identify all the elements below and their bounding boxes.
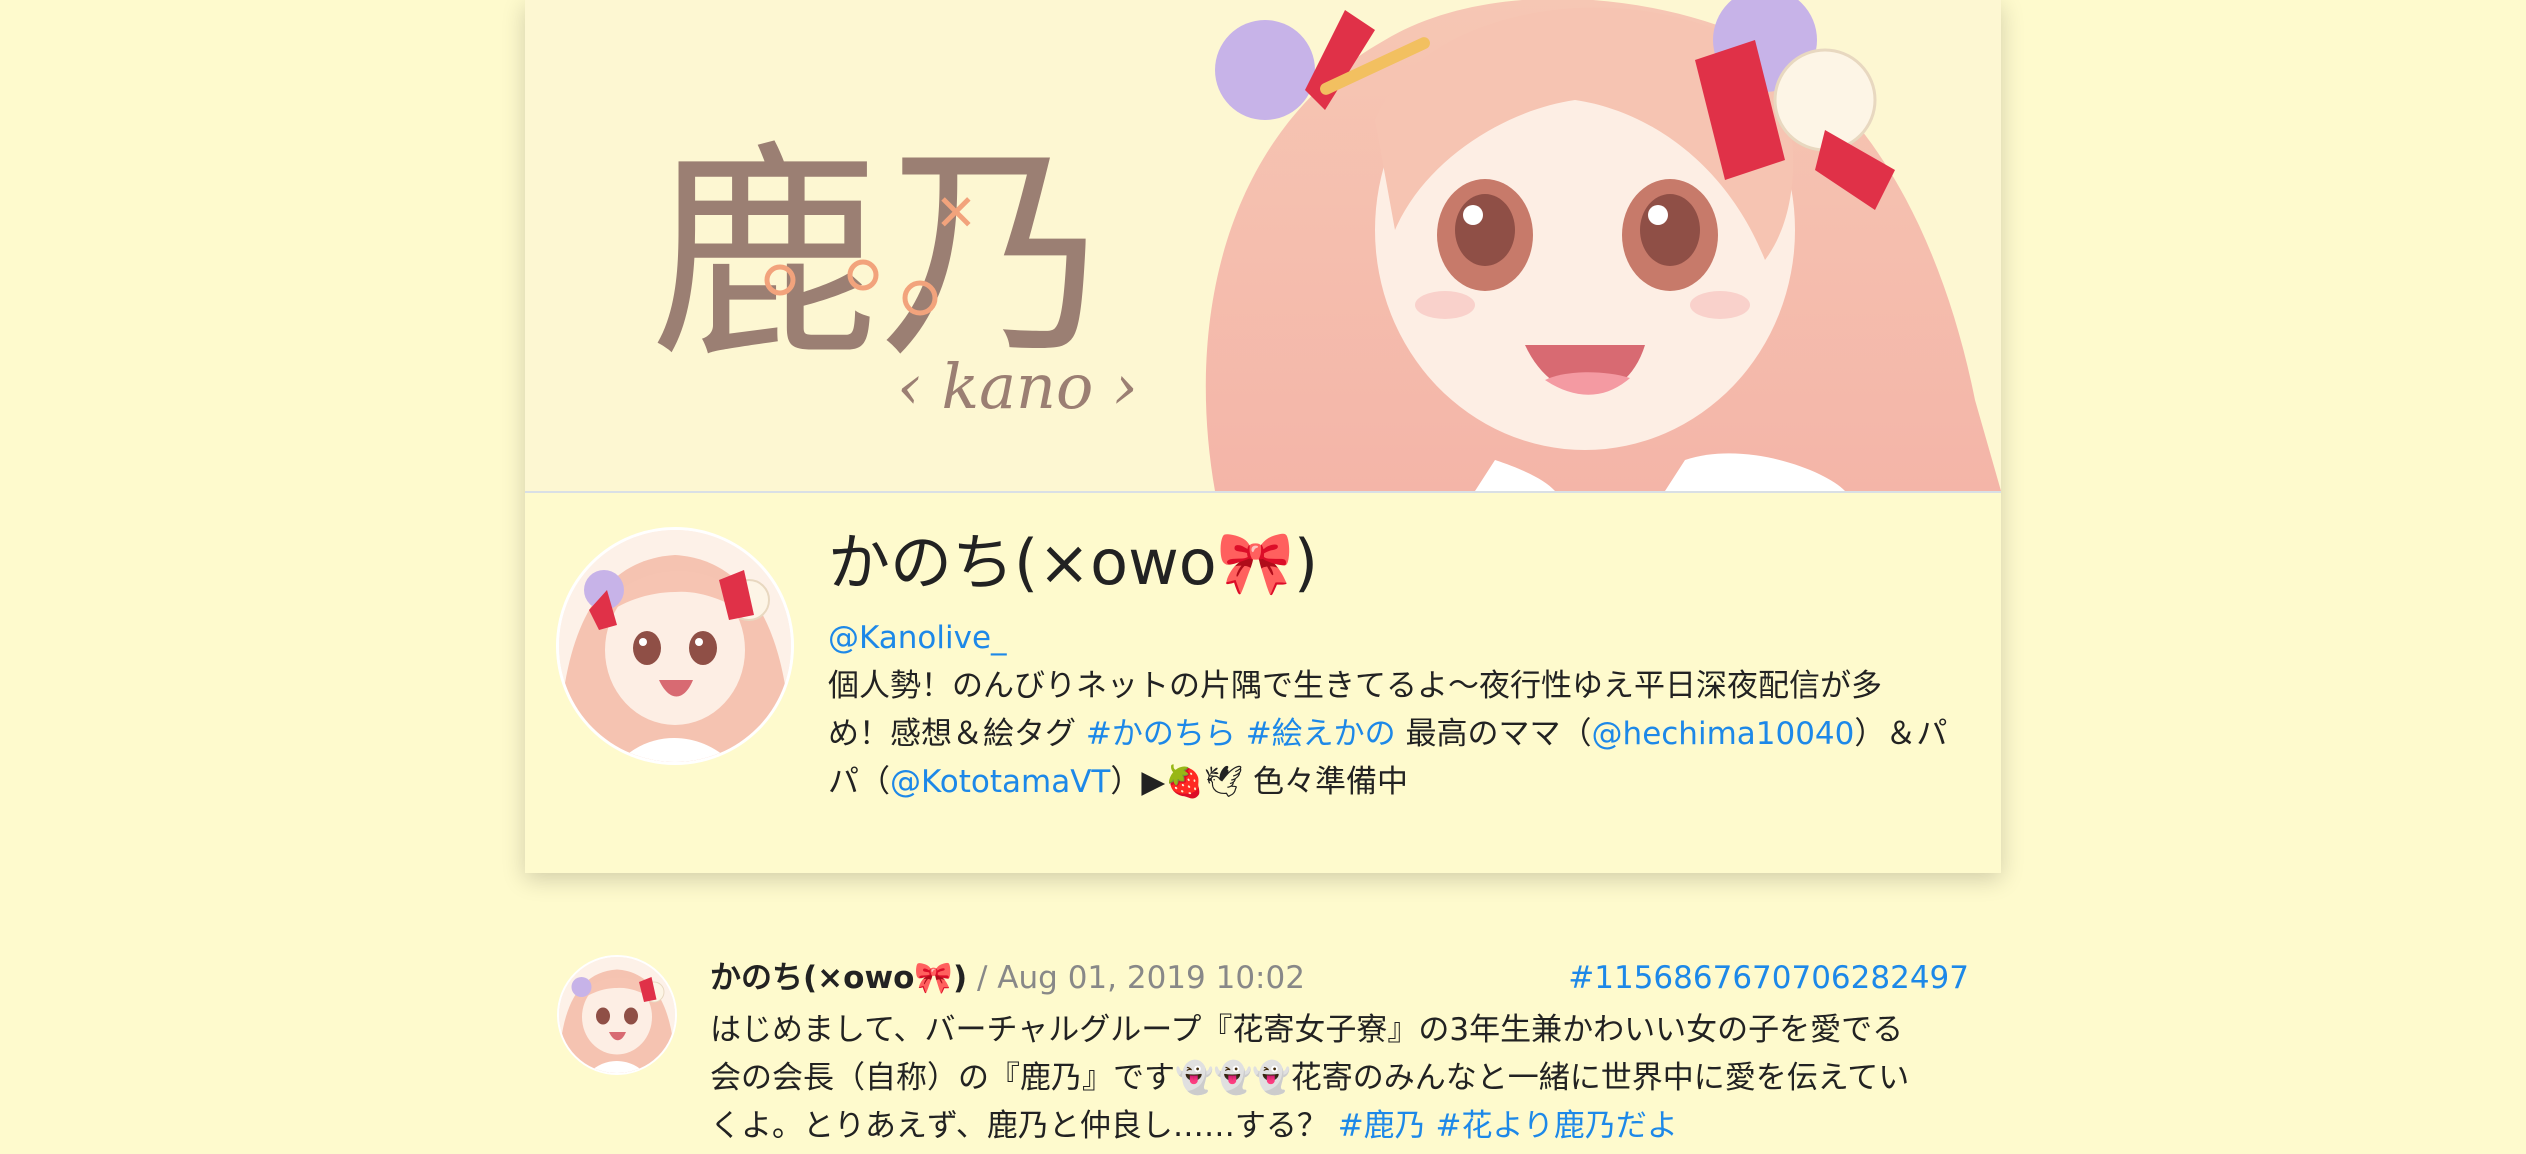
logo-subtext: ‹ kano › — [897, 350, 1138, 423]
profile-info: かのち(×owo🎀) @Kanolive_ 個人勢！のんびりネットの片隅で生きて… — [828, 520, 1978, 806]
profile-bio: 個人勢！のんびりネットの片隅で生きてるよ〜夜行性ゆえ平日深夜配信が多 め！感想＆… — [828, 662, 1978, 806]
bio-text: め！感想＆絵タグ — [828, 716, 1086, 752]
post-timestamp: / Aug 01, 2019 10:02 — [967, 960, 1305, 996]
profile-card: 鹿乃 ✕ ‹ kano › かのち(×owo🎀) @Kanolive_ 個人勢！… — [525, 0, 2001, 873]
profile-handle-link[interactable]: @Kanolive_ — [828, 618, 1007, 658]
post-hashtag-link[interactable]: #花より鹿乃だよ — [1436, 1108, 1678, 1144]
post-text-line: くよ。とりあえず、鹿乃と仲良し……する？ — [710, 1108, 1338, 1144]
profile-display-name: かのち(×owo🎀) — [828, 526, 1319, 599]
post-text-line: 会の会長（自称）の『鹿乃』です👻👻👻花寄のみんなと一緒に世界中に愛を伝えてい — [710, 1060, 1910, 1096]
post-author-name[interactable]: かのち(×owo🎀) — [710, 960, 967, 996]
avatar-image — [559, 957, 675, 1073]
post-text-line: はじめまして、バーチャルグループ『花寄女子寮』の3年生兼かわいい女の子を愛でる — [710, 1012, 1904, 1048]
bio-hashtag-link[interactable]: #絵えかの — [1246, 716, 1396, 752]
post-id-link[interactable]: #1156867670706282497 — [1568, 950, 1969, 1006]
bio-text: パ（ — [828, 764, 890, 800]
avatar-image — [559, 530, 791, 762]
bio-hashtag-link[interactable]: #かのちら — [1086, 716, 1236, 752]
bio-text: ）＆パ — [1854, 716, 1948, 752]
post-hashtag-link[interactable]: #鹿乃 — [1338, 1108, 1426, 1144]
profile-avatar[interactable] — [556, 527, 794, 765]
post-body: かのち(×owo🎀) / Aug 01, 2019 10:02 #1156867… — [710, 950, 1969, 1150]
banner-illustration: 鹿乃 ✕ ‹ kano › — [525, 0, 2001, 491]
post-avatar[interactable] — [557, 955, 677, 1075]
bio-text: 最高のママ（ — [1395, 716, 1592, 752]
post-header: かのち(×owo🎀) / Aug 01, 2019 10:02 #1156867… — [710, 950, 1969, 1006]
bio-text: 個人勢！のんびりネットの片隅で生きてるよ〜夜行性ゆえ平日深夜配信が多 — [828, 668, 1882, 704]
post-text: はじめまして、バーチャルグループ『花寄女子寮』の3年生兼かわいい女の子を愛でる … — [710, 1006, 1969, 1150]
profile-banner: 鹿乃 ✕ ‹ kano › — [525, 0, 2001, 493]
bio-text: ）▶🍓🕊 色々準備中 — [1110, 764, 1409, 800]
bio-mention-link[interactable]: @KototamaVT — [890, 764, 1110, 800]
svg-text:✕: ✕ — [935, 184, 977, 242]
bio-mention-link[interactable]: @hechima10040 — [1592, 716, 1855, 752]
